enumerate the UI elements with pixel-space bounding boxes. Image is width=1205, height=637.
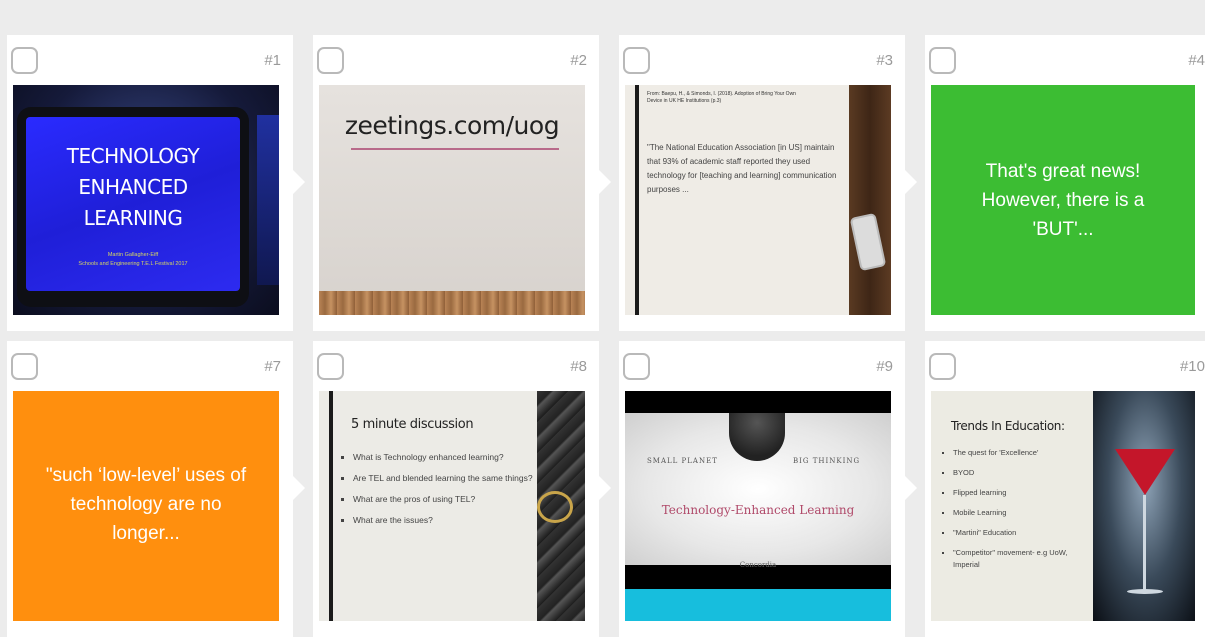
slide-title: zeetings.com/uog bbox=[344, 111, 560, 140]
wood-photo bbox=[849, 85, 891, 315]
tagline-right: BIG THINKING bbox=[793, 457, 861, 465]
arrow-right-icon bbox=[599, 170, 611, 194]
select-checkbox[interactable] bbox=[317, 47, 344, 74]
list-item: "Martini" Education bbox=[953, 523, 1093, 543]
tagline-left: SMALL PLANET bbox=[647, 457, 718, 465]
arrow-right-icon bbox=[293, 170, 305, 194]
select-checkbox[interactable] bbox=[929, 353, 956, 380]
slide-card-10[interactable]: #10 Trends In Education: The quest for '… bbox=[925, 341, 1205, 637]
side-panel bbox=[257, 115, 279, 285]
slide-title: Technology-Enhanced Learning bbox=[661, 503, 855, 517]
slide-panel: SMALL PLANET BIG THINKING Technology-Enh… bbox=[625, 413, 891, 569]
list-item: What are the issues? bbox=[353, 510, 543, 531]
wood-floor bbox=[319, 291, 585, 315]
underline bbox=[351, 148, 559, 150]
select-checkbox[interactable] bbox=[11, 353, 38, 380]
list-item: Flipped learning bbox=[953, 483, 1093, 503]
slide-thumbnail[interactable]: TECHNOLOGY ENHANCED LEARNING Martin Gall… bbox=[13, 85, 279, 315]
list-item: What are the pros of using TEL? bbox=[353, 489, 543, 510]
accent-bar bbox=[635, 85, 639, 315]
teal-band bbox=[625, 589, 891, 621]
list-item: BYOD bbox=[953, 463, 1093, 483]
select-checkbox[interactable] bbox=[929, 47, 956, 74]
accent-bar bbox=[329, 391, 333, 621]
select-checkbox[interactable] bbox=[11, 47, 38, 74]
slide-number: #4 bbox=[1188, 52, 1205, 69]
select-checkbox[interactable] bbox=[317, 353, 344, 380]
glass-base bbox=[1127, 589, 1163, 594]
globe-image bbox=[729, 413, 785, 461]
slide-reference: From: Baepu, H., & Simonds, I. (2018). A… bbox=[647, 91, 796, 104]
arrow-right-icon bbox=[905, 476, 917, 500]
slide-card-2[interactable]: #2 zeetings.com/uog bbox=[313, 35, 599, 331]
slide-thumbnail[interactable]: "such ‘low-level’ uses of technology are… bbox=[13, 391, 279, 621]
bullet-list: The quest for 'Excellence' BYOD Flipped … bbox=[945, 443, 1093, 571]
slide-thumbnail[interactable]: Trends In Education: The quest for 'Exce… bbox=[931, 391, 1195, 621]
slide-text: "such ‘low-level’ uses of technology are… bbox=[45, 465, 247, 544]
slide-number: #2 bbox=[570, 52, 587, 69]
bullet-list: What is Technology enhanced learning? Ar… bbox=[345, 447, 543, 531]
slide-thumbnail[interactable]: 5 minute discussion What is Technology e… bbox=[319, 391, 585, 621]
slide-number: #3 bbox=[876, 52, 893, 69]
slide-card-8[interactable]: #8 5 minute discussion What is Technolog… bbox=[313, 341, 599, 637]
arrow-right-icon bbox=[599, 476, 611, 500]
slide-number: #1 bbox=[264, 52, 281, 69]
list-item: Are TEL and blended learning the same th… bbox=[353, 468, 543, 489]
martini-glass-icon bbox=[1115, 449, 1175, 495]
select-checkbox[interactable] bbox=[623, 353, 650, 380]
slide-title: Trends In Education: bbox=[951, 419, 1065, 433]
slide-card-7[interactable]: #7 "such ‘low-level’ uses of technology … bbox=[7, 341, 293, 637]
slide-card-1[interactable]: #1 TECHNOLOGY ENHANCED LEARNING Martin G… bbox=[7, 35, 293, 331]
slide-thumbnail[interactable]: SMALL PLANET BIG THINKING Technology-Enh… bbox=[625, 391, 891, 621]
slide-subtitle: Martin Gallagher-Eiff Schools and Engine… bbox=[78, 252, 188, 267]
slide-number: #8 bbox=[570, 358, 587, 375]
slide-number: #10 bbox=[1179, 358, 1205, 375]
slide-card-3[interactable]: #3 From: Baepu, H., & Simonds, I. (2018)… bbox=[619, 35, 905, 331]
slide-title: 5 minute discussion bbox=[351, 417, 474, 432]
slide-thumbnail[interactable]: From: Baepu, H., & Simonds, I. (2018). A… bbox=[625, 85, 891, 315]
slide-number: #7 bbox=[264, 358, 281, 375]
slide-card-9[interactable]: #9 SMALL PLANET BIG THINKING Technology-… bbox=[619, 341, 905, 637]
slide-title: TECHNOLOGY ENHANCED LEARNING bbox=[66, 144, 200, 230]
list-item: What is Technology enhanced learning? bbox=[353, 447, 543, 468]
slide-number: #9 bbox=[876, 358, 893, 375]
slide-card-4[interactable]: #4 That's great news! However, there is … bbox=[925, 35, 1205, 331]
university-logo: Concordia bbox=[739, 561, 777, 569]
list-item: "Competitor" movement- e.g UoW, Imperial bbox=[953, 543, 1093, 571]
arrow-right-icon bbox=[905, 170, 917, 194]
select-checkbox[interactable] bbox=[623, 47, 650, 74]
key-image bbox=[537, 491, 573, 523]
glass-stem bbox=[1143, 495, 1146, 591]
list-item: The quest for 'Excellence' bbox=[953, 443, 1093, 463]
slide-thumbnail[interactable]: That's great news! However, there is a '… bbox=[931, 85, 1195, 315]
slide-text: That's great news! However, there is a '… bbox=[981, 161, 1145, 240]
arrow-right-icon bbox=[293, 476, 305, 500]
list-item: Mobile Learning bbox=[953, 503, 1093, 523]
slide-thumbnail[interactable]: zeetings.com/uog bbox=[319, 85, 585, 315]
slide-quote: "The National Education Association [in … bbox=[647, 143, 837, 194]
